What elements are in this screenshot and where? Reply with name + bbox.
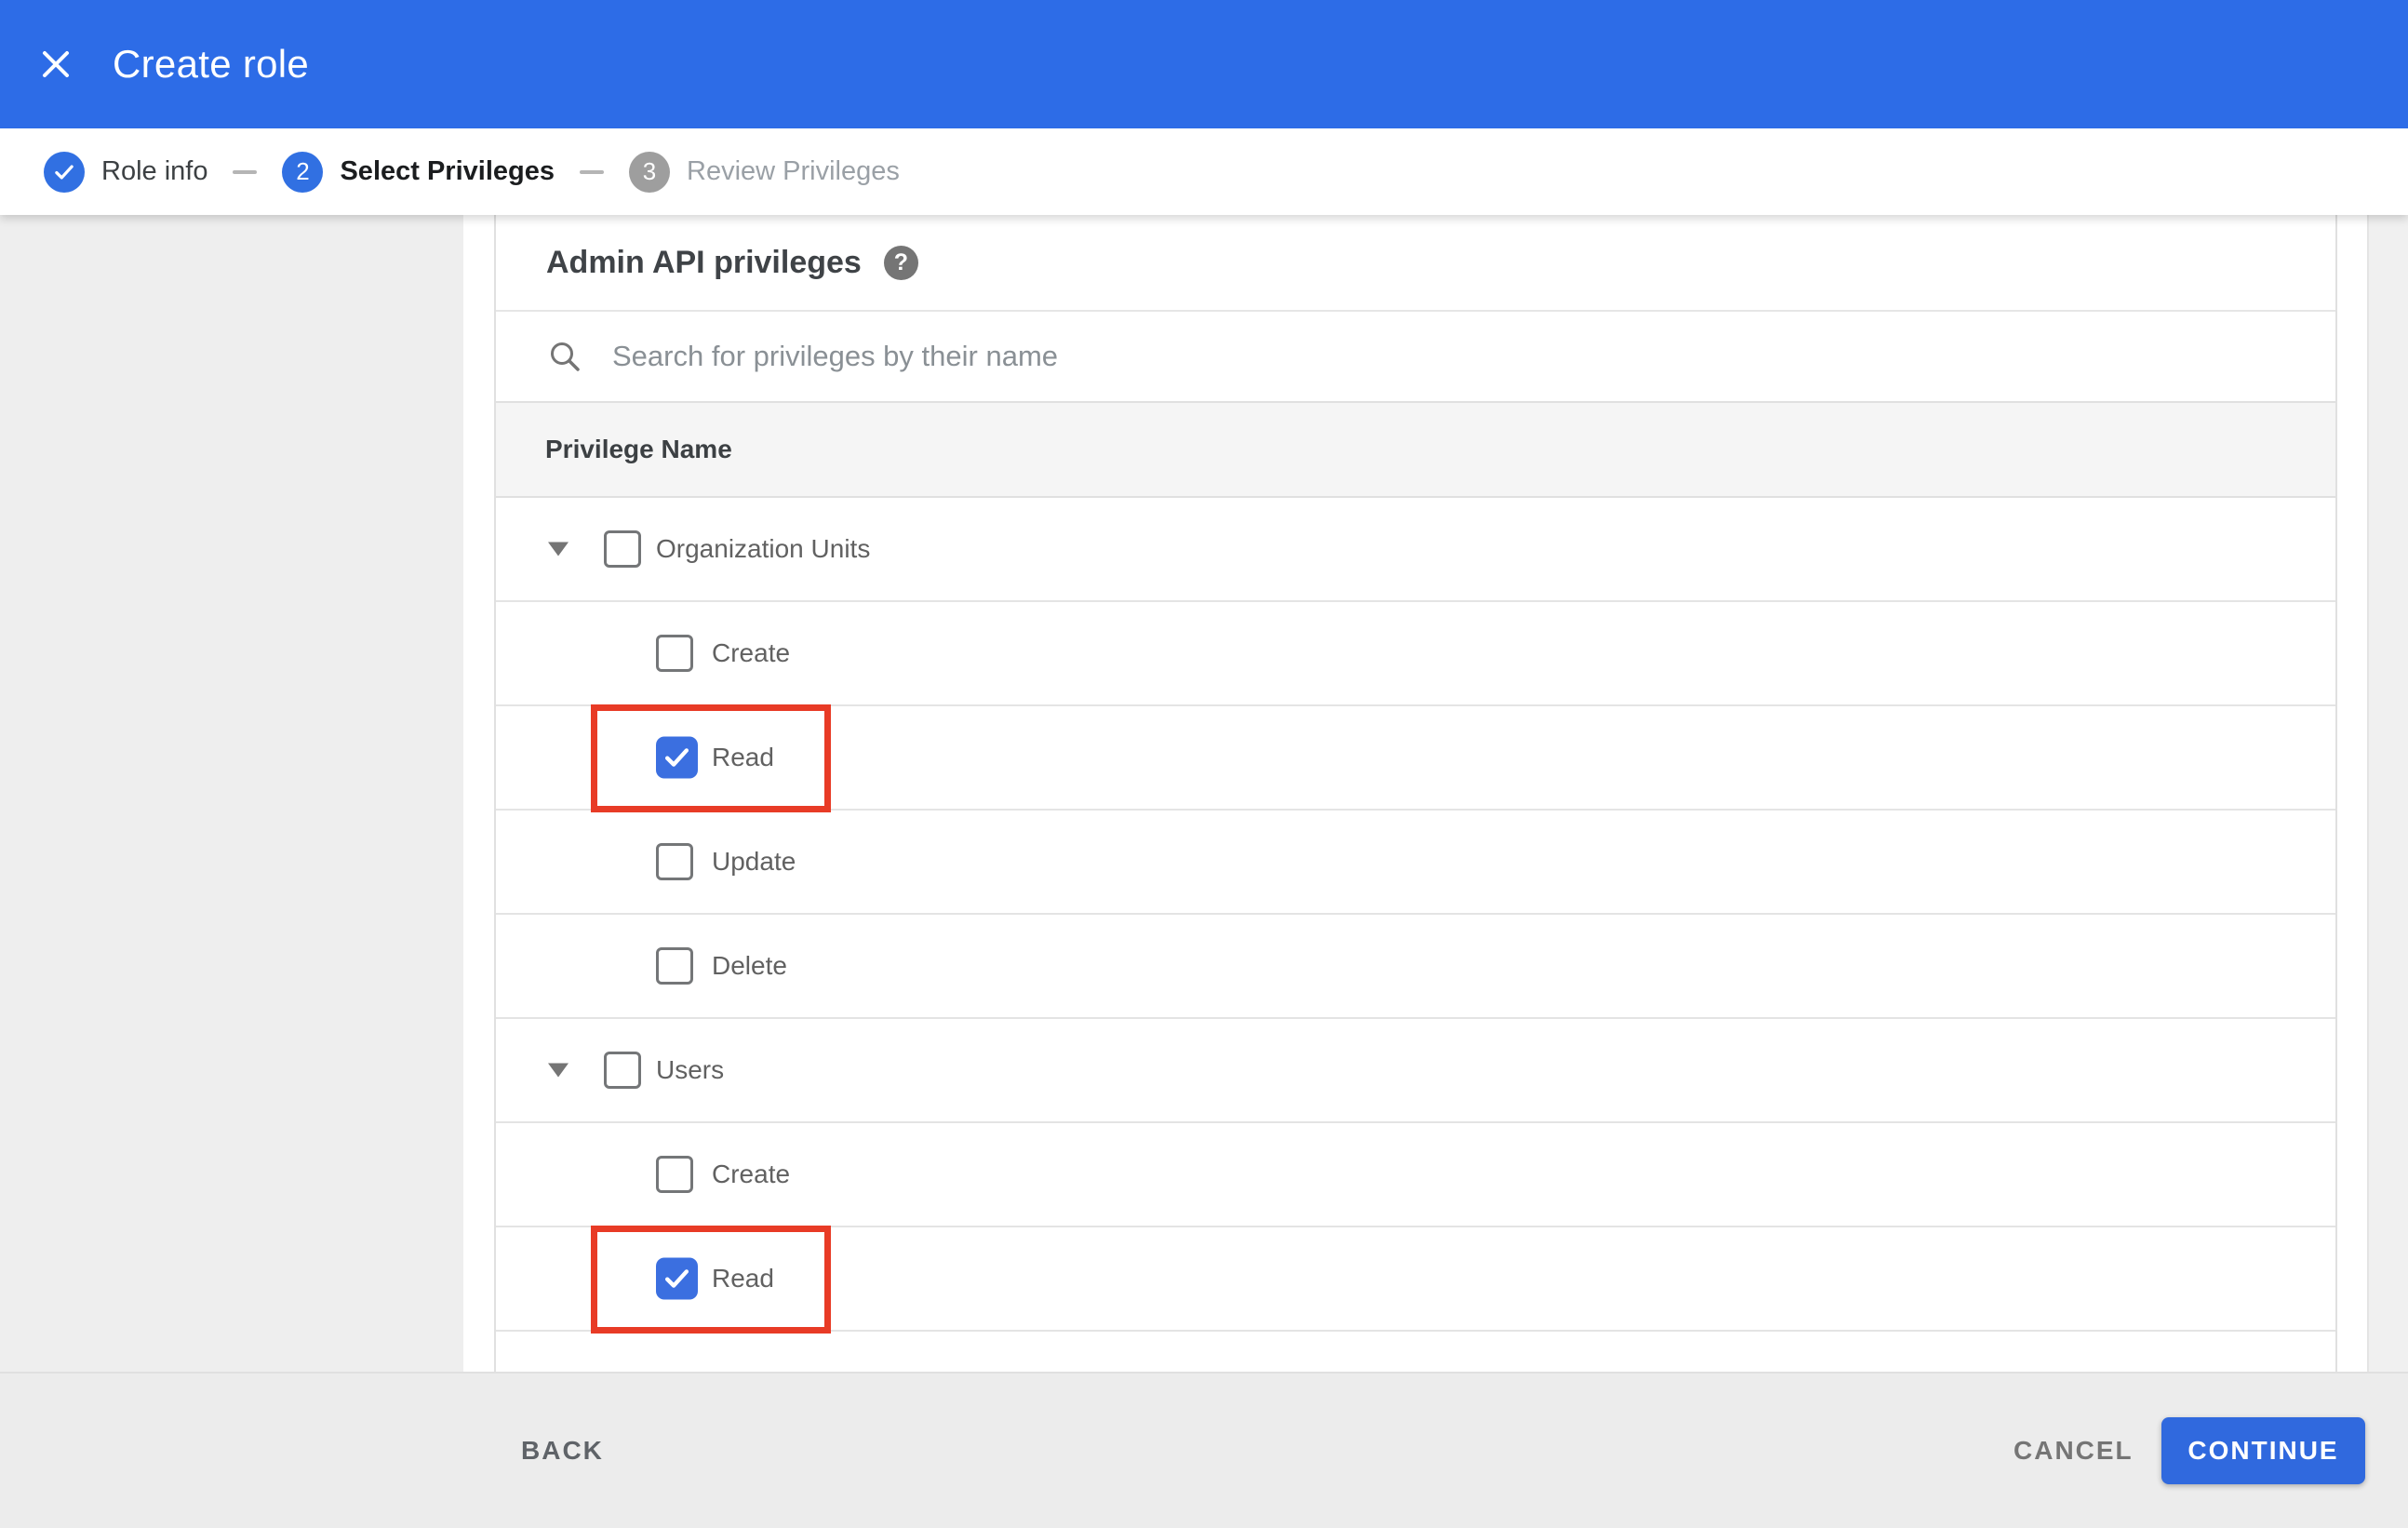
checkbox-create[interactable] xyxy=(656,635,693,672)
left-empty-pane xyxy=(0,215,463,1372)
privilege-row-read: Read xyxy=(496,704,2335,812)
privilege-label-create: Create xyxy=(712,638,791,667)
expand-caret-icon[interactable] xyxy=(548,542,569,556)
search-input[interactable] xyxy=(610,339,2099,374)
privilege-row-users: Users xyxy=(496,1019,2335,1123)
app-bar: Create role xyxy=(0,0,2408,128)
step-label: Select Privileges xyxy=(340,156,555,186)
search-icon xyxy=(547,339,582,374)
footer-bar: BACK CANCEL CONTINUE xyxy=(0,1372,2408,1528)
privilege-row-create: Create xyxy=(496,1123,2335,1227)
privilege-label-users: Users xyxy=(656,1055,725,1084)
expand-caret-icon[interactable] xyxy=(548,1063,569,1078)
scrollbar-gutter xyxy=(2367,215,2408,1372)
privileges-panel: Admin API privileges ? Privilege Name Or… xyxy=(494,215,2337,1372)
back-button[interactable]: BACK xyxy=(521,1436,604,1466)
checkbox-update[interactable] xyxy=(656,843,693,880)
step-role-info[interactable]: Role info xyxy=(44,151,208,193)
privilege-row-delete: Delete xyxy=(496,915,2335,1019)
page-title: Create role xyxy=(113,42,310,86)
table-header: Privilege Name xyxy=(496,401,2335,498)
privilege-label-update: Update xyxy=(712,847,796,876)
panel-heading: Admin API privileges xyxy=(546,244,862,280)
table-header-label: Privilege Name xyxy=(545,435,732,463)
privilege-row-create: Create xyxy=(496,602,2335,706)
checkbox-delete[interactable] xyxy=(656,947,693,985)
step-number-badge: 3 xyxy=(629,151,670,193)
checkbox-create[interactable] xyxy=(656,1156,693,1193)
help-icon[interactable]: ? xyxy=(883,245,918,280)
checkbox-users[interactable] xyxy=(604,1052,641,1089)
close-icon[interactable] xyxy=(33,42,78,87)
step-select-privileges[interactable]: 2 Select Privileges xyxy=(282,151,555,193)
red-annotation-box xyxy=(591,1226,831,1334)
checkbox-read-checked[interactable] xyxy=(656,736,698,779)
step-number-badge: 2 xyxy=(282,151,324,193)
cancel-button[interactable]: CANCEL xyxy=(2013,1436,2134,1466)
checkbox-organization-units[interactable] xyxy=(604,530,641,568)
panel-heading-row: Admin API privileges ? xyxy=(496,215,2335,310)
stepper: Role info 2 Select Privileges 3 Review P… xyxy=(0,128,2408,215)
privilege-label-delete: Delete xyxy=(712,951,787,980)
privilege-label-read: Read xyxy=(712,1264,774,1293)
privilege-row-update: Update xyxy=(496,811,2335,915)
step-connector xyxy=(580,169,604,174)
privilege-row-read: Read xyxy=(496,1226,2335,1334)
privilege-label-read: Read xyxy=(712,743,774,771)
checkbox-read-checked[interactable] xyxy=(656,1257,698,1300)
step-review-privileges[interactable]: 3 Review Privileges xyxy=(629,151,900,193)
privilege-label-create: Create xyxy=(712,1159,791,1188)
privilege-rows: Organization Units Create Read Update Delete… xyxy=(496,498,2335,1334)
privilege-row-organization-units: Organization Units xyxy=(496,498,2335,602)
step-connector xyxy=(233,169,258,174)
continue-button[interactable]: CONTINUE xyxy=(2161,1417,2365,1484)
privilege-label-organization-units: Organization Units xyxy=(656,534,871,563)
search-row xyxy=(496,310,2335,401)
step-complete-check-icon xyxy=(44,151,85,193)
red-annotation-box xyxy=(591,704,831,812)
step-label: Review Privileges xyxy=(687,156,900,186)
step-label: Role info xyxy=(101,156,208,186)
